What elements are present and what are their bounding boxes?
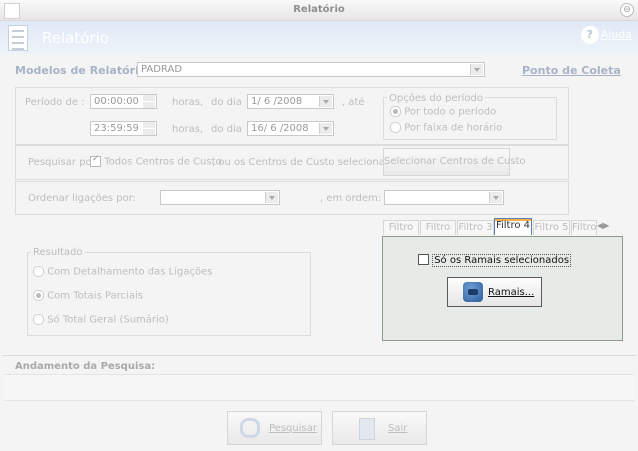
start-date-picker[interactable]: 1/ 6 /2008 [247, 94, 334, 109]
models-label: Modelos de Relatórios: [15, 64, 158, 77]
result-option-detail[interactable]: Com Detalhamento das Ligações [33, 266, 212, 278]
models-select[interactable]: PADRAD [137, 62, 485, 77]
search-button-label: Pesquisar [269, 423, 317, 434]
phone-icon [463, 282, 483, 302]
chevron-down-icon[interactable] [489, 192, 502, 203]
search-progress-label: Andamento da Pesquisa: [15, 361, 156, 372]
header-banner: Relatório ? Ajuda [0, 21, 638, 54]
close-icon[interactable]: ⊖ [620, 3, 634, 17]
extensions-button[interactable]: Ramais... [447, 277, 542, 307]
title-bar: Relatório ⊖ [0, 0, 638, 21]
all-cost-centers-checkbox[interactable]: ✓ Todos Centros de Custo [90, 154, 222, 168]
period-option-all[interactable]: Por todo o período [390, 106, 496, 118]
radio-label: Com Totais Parciais [47, 290, 143, 302]
chevron-down-icon[interactable] [319, 123, 332, 134]
checkbox[interactable] [418, 254, 429, 265]
radio-label: Com Detalhamento das Ligações [47, 266, 213, 278]
order-direction-select[interactable] [384, 190, 504, 205]
search-by-label: Pesquisar por: [28, 157, 99, 168]
order-by-label: Ordenar ligações por: [28, 193, 137, 204]
result-option-total[interactable]: Só Total Geral (Sumário) [33, 314, 169, 326]
report-document-icon [8, 25, 28, 51]
exit-door-icon [359, 418, 375, 440]
collection-point-link[interactable]: Ponto de Coleta [522, 64, 621, 77]
chevron-down-icon[interactable] [470, 64, 483, 75]
search-button[interactable]: Pesquisar [227, 411, 322, 445]
select-cost-centers-button[interactable]: Selecionar Centros de Custo [383, 148, 526, 176]
chevron-down-icon[interactable] [319, 96, 332, 107]
chevron-down-icon[interactable] [265, 192, 278, 203]
spin-up-icon[interactable] [143, 122, 155, 128]
help-icon: ? [580, 26, 599, 44]
radio-label: Por todo o período [404, 106, 497, 118]
start-time-input[interactable]: 00:00:00 [90, 94, 157, 109]
start-time-value: 00:00:00 [94, 96, 139, 107]
checkbox-label: Só os Ramais selecionados [432, 253, 572, 267]
tab-filtro-6[interactable]: Filtro 6 [571, 220, 597, 235]
radio-label: Só Total Geral (Sumário) [47, 314, 169, 326]
start-date-value: 1/ 6 /2008 [251, 96, 303, 107]
radio-button[interactable] [33, 266, 44, 277]
radio-button[interactable] [33, 290, 44, 301]
period-label: Período de : [25, 97, 85, 108]
arrow-right-icon[interactable]: ▶ [603, 221, 609, 230]
radio-button[interactable] [33, 314, 44, 325]
window-title: Relatório [293, 4, 345, 15]
end-date-value: 16/ 6 /2008 [251, 123, 309, 134]
selected-extensions-checkbox[interactable]: Só os Ramais selecionados [418, 253, 572, 267]
checkbox-label: Todos Centros de Custo [104, 156, 222, 168]
tab-scroll-arrows[interactable]: ◀▶ [597, 221, 621, 233]
models-value: PADRAD [141, 64, 183, 75]
tab-filtro-4[interactable]: Filtro 4 [494, 218, 532, 235]
magnifier-icon [240, 418, 260, 438]
cost-center-suffix: , ou os Centros de Custo selecionados: [212, 157, 406, 168]
day-label: do dia [211, 124, 242, 135]
tab-filtro-1[interactable]: Filtro 1 [383, 220, 419, 247]
period-options-title: Opções do período [387, 93, 485, 104]
spin-down-icon[interactable] [143, 102, 155, 108]
period-option-range[interactable]: Por faixa de horário [390, 122, 502, 134]
end-time-input[interactable]: 23:59:59 [90, 121, 157, 136]
end-date-picker[interactable]: 16/ 6 /2008 [247, 121, 334, 136]
radio-button[interactable] [390, 122, 401, 133]
order-by-select[interactable] [160, 190, 280, 205]
order-direction-label: , em ordem: [320, 193, 382, 204]
hours-label: horas, [172, 124, 204, 135]
tab-filtro-2[interactable]: Filtro 2 [420, 220, 456, 247]
checkbox[interactable]: ✓ [90, 154, 101, 167]
until-label: , até [342, 97, 365, 108]
result-title: Resultado [31, 247, 85, 258]
spin-down-icon[interactable] [143, 129, 155, 135]
search-progress-bar [4, 374, 634, 401]
help-button[interactable]: ? Ajuda [580, 26, 632, 44]
tab-filtro-5[interactable]: Filtro 5 [533, 220, 570, 235]
page-title: Relatório [42, 29, 109, 47]
hours-label: horas, [172, 97, 204, 108]
spin-up-icon[interactable] [143, 95, 155, 101]
result-option-partial[interactable]: Com Totais Parciais [33, 290, 143, 302]
exit-button-label: Sair [388, 423, 408, 434]
end-time-value: 23:59:59 [94, 123, 139, 134]
exit-button[interactable]: Sair [332, 411, 427, 445]
divider [2, 355, 636, 356]
filter-tab-strip: Filtro 1 Filtro 2 Filtro 3 Filtro 4 Filt… [383, 218, 623, 247]
day-label: do dia [211, 97, 242, 108]
extensions-button-label: Ramais... [488, 287, 535, 298]
radio-button[interactable] [390, 106, 401, 117]
radio-label: Por faixa de horário [404, 122, 503, 134]
filter-4-panel: Só os Ramais selecionados Ramais... [382, 236, 623, 341]
tab-filtro-3[interactable]: Filtro 3 [457, 220, 494, 235]
help-label: Ajuda [600, 28, 632, 41]
